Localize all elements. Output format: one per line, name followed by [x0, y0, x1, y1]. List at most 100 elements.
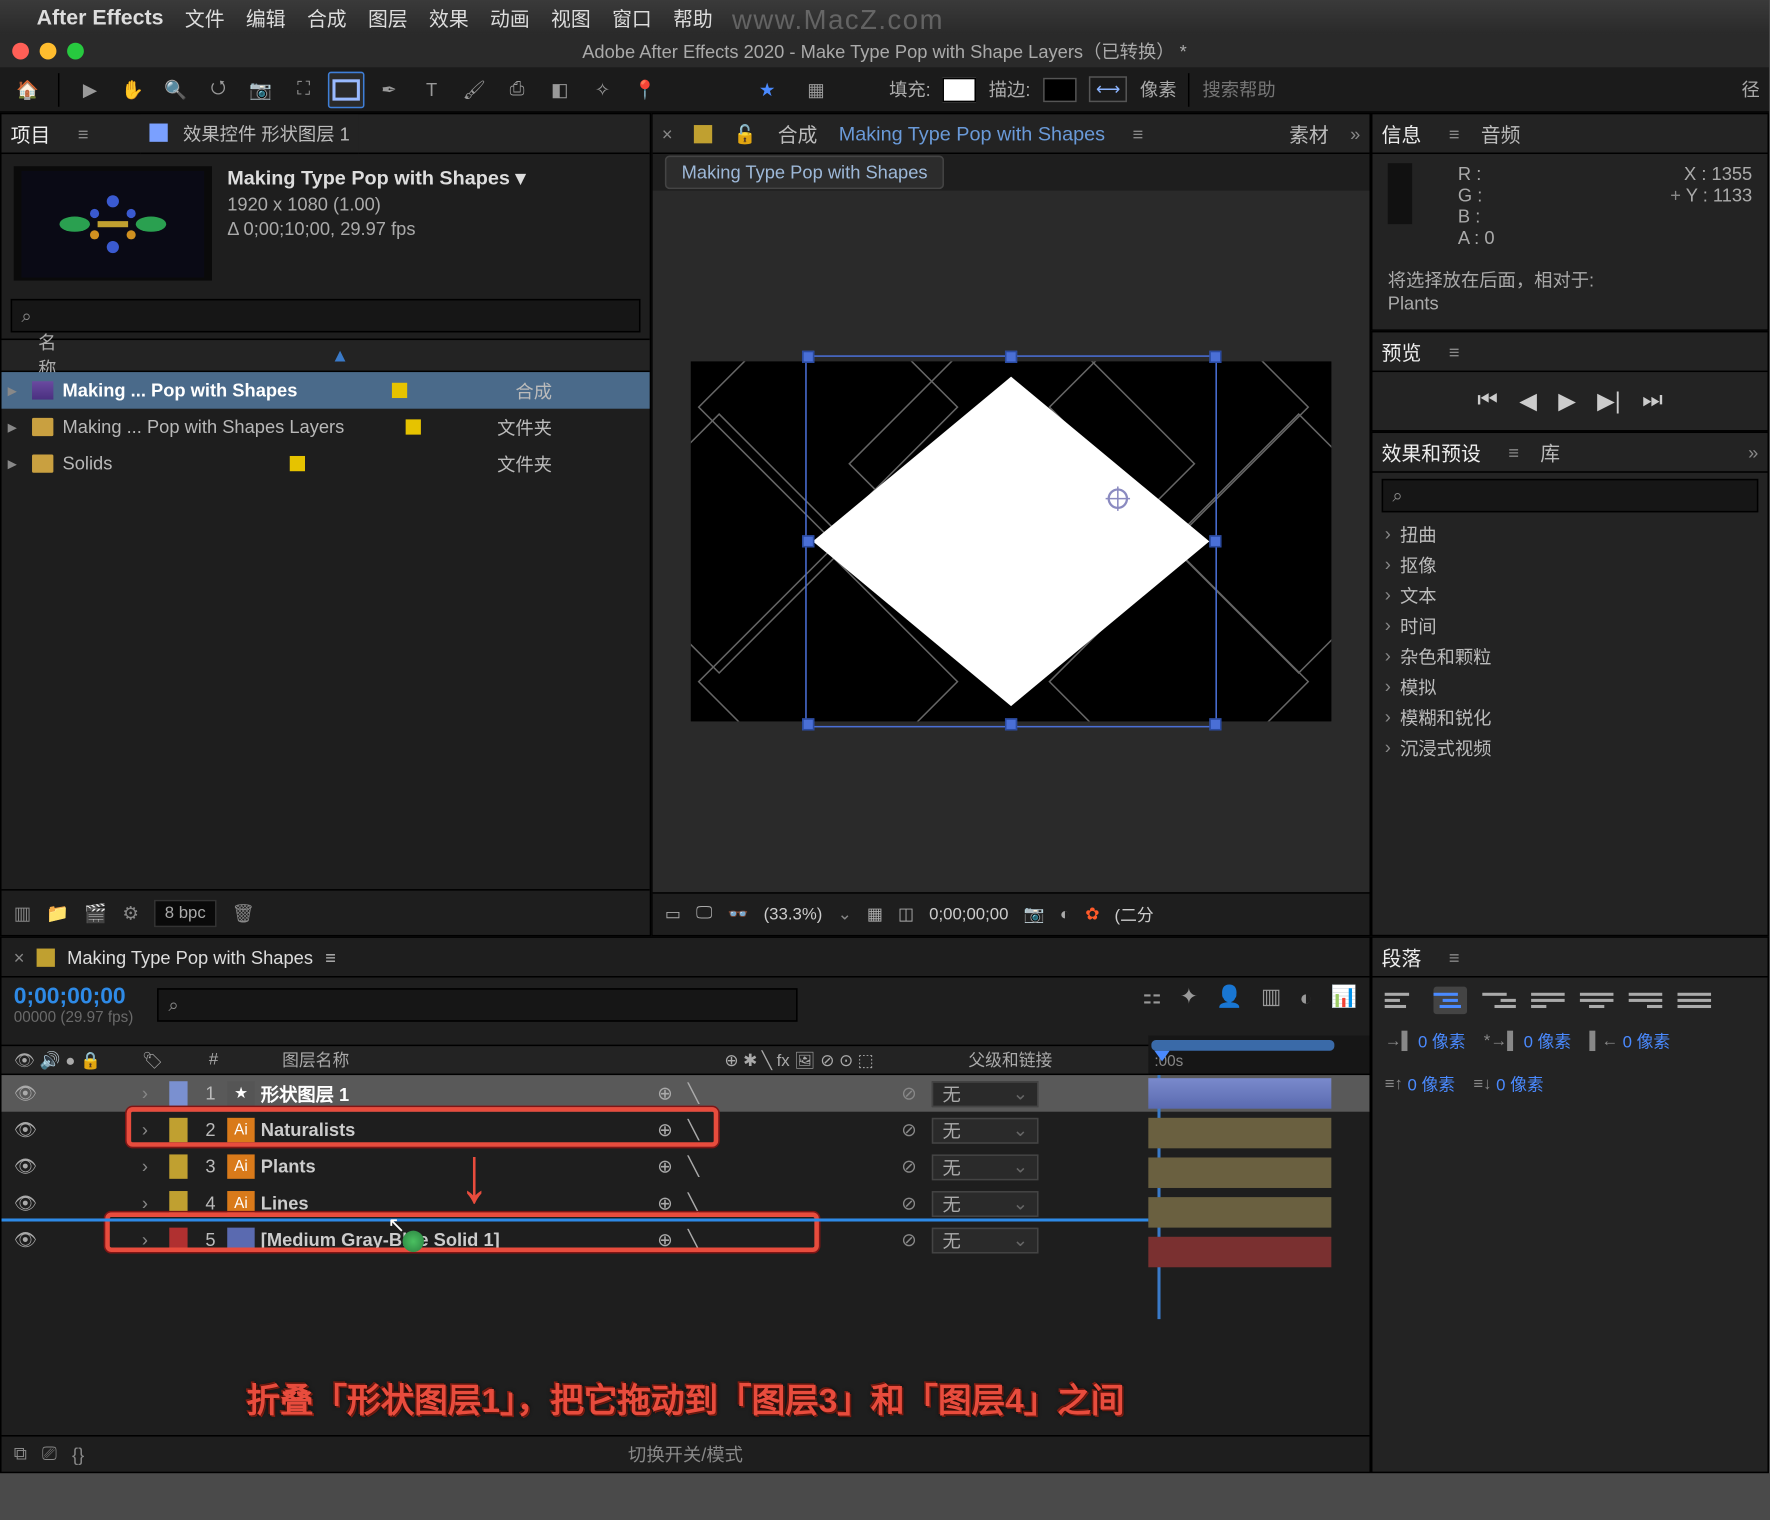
- effect-category[interactable]: ›模拟: [1373, 671, 1768, 702]
- new-folder-icon[interactable]: 📁: [46, 902, 69, 923]
- label-color[interactable]: [169, 1081, 187, 1105]
- paragraph-tab[interactable]: 段落: [1382, 942, 1422, 971]
- visibility-icon[interactable]: 👁: [14, 1193, 37, 1214]
- hand-tool-icon[interactable]: ✋: [114, 71, 151, 108]
- indent-right-icon[interactable]: ▌←: [1589, 1032, 1618, 1050]
- visibility-icon[interactable]: 👁: [14, 1119, 37, 1140]
- mask-icon[interactable]: 👓: [727, 904, 748, 924]
- type-tool-icon[interactable]: T: [413, 71, 450, 108]
- window-close-button[interactable]: [12, 42, 29, 59]
- justify-right-icon[interactable]: [1629, 987, 1663, 1014]
- composition-canvas[interactable]: [691, 361, 1331, 721]
- bezier-option-icon[interactable]: ▦: [798, 71, 835, 108]
- layer-name[interactable]: Plants: [255, 1156, 658, 1177]
- parent-dropdown[interactable]: 无⌄: [932, 1227, 1039, 1253]
- last-frame-icon[interactable]: ⏭: [1642, 387, 1663, 414]
- snapshot-icon[interactable]: 📷: [1024, 904, 1045, 924]
- project-item[interactable]: ▸Making ... Pop with Shapes合成: [2, 372, 650, 409]
- library-tab[interactable]: 库: [1540, 438, 1560, 467]
- twirl-icon[interactable]: ›: [142, 1156, 163, 1177]
- color-mgmt-icon[interactable]: ✿: [1085, 904, 1099, 924]
- label-color-icon[interactable]: [405, 419, 420, 434]
- bpc-button[interactable]: 8 bpc: [154, 899, 216, 926]
- visibility-icon[interactable]: 👁: [14, 1083, 37, 1104]
- effect-category[interactable]: ›抠像: [1373, 549, 1768, 580]
- fill-label[interactable]: 填充:: [889, 76, 931, 102]
- layer-name[interactable]: 形状图层 1: [255, 1080, 658, 1106]
- audio-tab[interactable]: 音频: [1481, 119, 1521, 148]
- clone-tool-icon[interactable]: ⎙: [499, 71, 536, 108]
- zoom-caret-icon[interactable]: ⌄: [838, 904, 852, 924]
- work-area-bar[interactable]: [1151, 1040, 1334, 1051]
- lock-icon[interactable]: 🔓: [734, 123, 757, 144]
- label-color[interactable]: [169, 1154, 187, 1178]
- puppet-tool-icon[interactable]: 📍: [627, 71, 664, 108]
- menu-window[interactable]: 窗口: [612, 2, 652, 31]
- new-comp-icon[interactable]: 🎬: [84, 902, 107, 923]
- switch-icon[interactable]: ⊕: [657, 1193, 672, 1214]
- pickwhip-icon[interactable]: ⊘: [901, 1156, 916, 1177]
- align-right-icon[interactable]: [1482, 987, 1516, 1014]
- layer-bar[interactable]: [1148, 1078, 1331, 1109]
- effect-category[interactable]: ›模糊和锐化: [1373, 702, 1768, 733]
- toggle-switches-modes[interactable]: 切换开关/模式: [628, 1441, 743, 1467]
- switch-icon[interactable]: ⊕: [657, 1083, 672, 1104]
- visibility-icon[interactable]: 👁: [14, 1156, 37, 1177]
- layer-bar[interactable]: [1148, 1157, 1331, 1188]
- fill-color-swatch[interactable]: [943, 77, 977, 101]
- menu-view[interactable]: 视图: [551, 2, 591, 31]
- window-zoom-button[interactable]: [67, 42, 84, 59]
- star-option-icon[interactable]: ★: [749, 71, 786, 108]
- comp-tab-name[interactable]: Making Type Pop with Shapes: [839, 122, 1105, 145]
- guides-icon[interactable]: ◫: [898, 904, 914, 924]
- menu-file[interactable]: 文件: [185, 2, 225, 31]
- indent-first-icon[interactable]: *→▌: [1484, 1032, 1519, 1050]
- effects-search-input[interactable]: ⌕: [1382, 479, 1759, 513]
- comp-name[interactable]: Making Type Pop with Shapes ▾: [227, 166, 637, 190]
- twirl-icon[interactable]: ›: [142, 1083, 163, 1104]
- graph-editor-icon[interactable]: 📊: [1331, 984, 1358, 1010]
- panel-menu-icon[interactable]: ≡: [325, 946, 336, 967]
- menu-layer[interactable]: 图层: [368, 2, 408, 31]
- pan-behind-tool-icon[interactable]: ⛶: [285, 71, 322, 108]
- panel-menu-icon[interactable]: ≡: [1449, 341, 1460, 362]
- grid-icon[interactable]: ▦: [867, 904, 883, 924]
- indent-left-icon[interactable]: →▌: [1385, 1032, 1414, 1050]
- comp-mini-flowchart-icon[interactable]: ⚏: [1142, 984, 1161, 1010]
- close-tab-icon[interactable]: ×: [14, 946, 25, 967]
- menu-edit[interactable]: 编辑: [246, 2, 286, 31]
- align-center-icon[interactable]: [1434, 987, 1468, 1014]
- draft3d-icon[interactable]: ✦: [1180, 984, 1198, 1010]
- roto-tool-icon[interactable]: ✧: [584, 71, 621, 108]
- rectangle-tool-icon[interactable]: [328, 71, 365, 108]
- delete-icon[interactable]: 🗑: [232, 902, 255, 923]
- effects-tab[interactable]: 效果和预设: [1382, 438, 1481, 467]
- effect-category[interactable]: ›沉浸式视频: [1373, 732, 1768, 763]
- window-minimize-button[interactable]: [40, 42, 57, 59]
- panel-menu-icon[interactable]: ≡: [1508, 441, 1519, 462]
- brush-tool-icon[interactable]: 🖌: [456, 71, 493, 108]
- overflow-icon[interactable]: »: [1748, 441, 1758, 462]
- camera-tool-icon[interactable]: 📷: [242, 71, 279, 108]
- current-time[interactable]: 0;00;00;00: [14, 984, 134, 1010]
- label-color-icon[interactable]: [289, 456, 304, 471]
- orbit-tool-icon[interactable]: ⭯: [200, 71, 237, 108]
- justify-center-icon[interactable]: [1580, 987, 1614, 1014]
- switch-icon[interactable]: ⊕: [657, 1156, 672, 1177]
- close-tab-icon[interactable]: ×: [662, 123, 673, 144]
- timeline-tab[interactable]: Making Type Pop with Shapes: [67, 946, 313, 967]
- layer-bar[interactable]: [1148, 1118, 1331, 1149]
- time-display[interactable]: 0;00;00;00: [929, 905, 1008, 923]
- interpret-footage-icon[interactable]: ▥: [14, 902, 31, 923]
- fullres-icon[interactable]: ▭: [665, 904, 681, 924]
- brace-icon[interactable]: {}: [72, 1443, 84, 1464]
- effect-category[interactable]: ›杂色和颗粒: [1373, 641, 1768, 672]
- justify-all-icon[interactable]: [1678, 987, 1712, 1014]
- layer-name[interactable]: Lines: [255, 1193, 658, 1214]
- zoom-tool-icon[interactable]: 🔍: [157, 71, 194, 108]
- panel-menu-icon[interactable]: ≡: [78, 123, 89, 144]
- toggle-view-icon[interactable]: ⧉: [14, 1443, 27, 1466]
- search-help-input[interactable]: [1202, 79, 1324, 100]
- panel-menu-icon[interactable]: ≡: [1133, 123, 1144, 144]
- label-color-icon[interactable]: [391, 383, 406, 398]
